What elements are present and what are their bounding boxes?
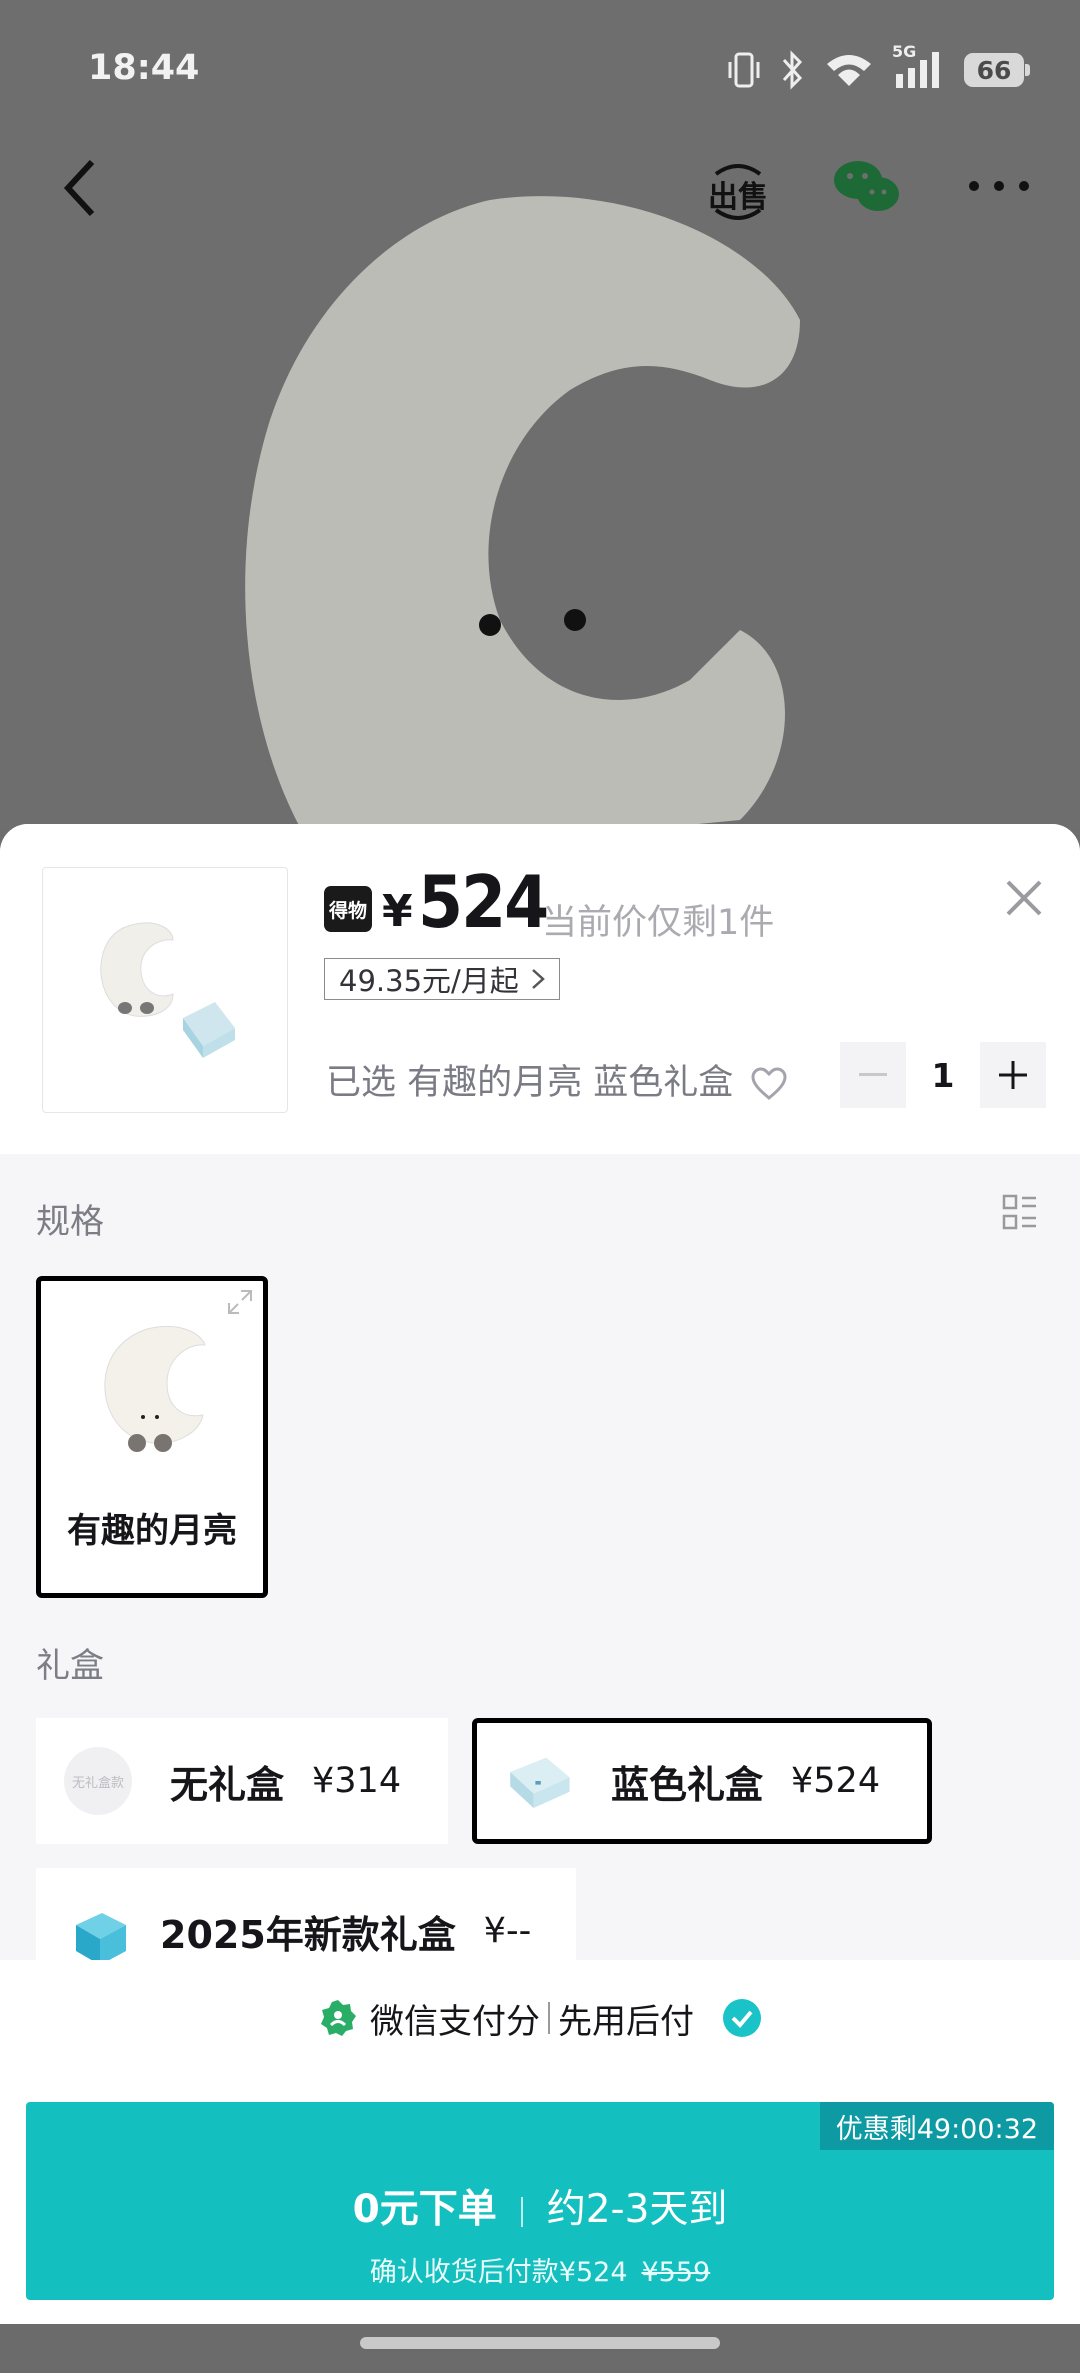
selected-summary: 已选 有趣的月亮 蓝色礼盒 — [326, 1054, 788, 1105]
wifi-icon — [827, 55, 871, 86]
heart-icon[interactable] — [750, 1067, 788, 1101]
installment-label: 49.35元/月起 — [339, 964, 519, 998]
network-type: 5G — [892, 42, 917, 61]
plus-icon — [999, 1061, 1027, 1089]
no-giftbox-thumb: 无礼盒款 — [64, 1747, 132, 1815]
selected-prefix: 已选 — [326, 1063, 397, 1103]
giftbox-price: ¥-- — [483, 1911, 532, 1951]
brand-badge: 得物 — [324, 886, 372, 932]
vibrate-icon — [728, 52, 760, 88]
spec-moon-image — [104, 1325, 206, 1452]
cta-original-price: ¥559 — [641, 2257, 711, 2288]
blue-giftbox-image — [510, 1757, 570, 1808]
giftbox-thumb — [62, 1895, 134, 1967]
giftbox-section-title: 礼盒 — [36, 1646, 104, 1686]
back-arrow-icon[interactable] — [60, 158, 100, 218]
chevron-right-icon — [531, 969, 545, 989]
minus-icon — [859, 1073, 887, 1076]
stock-note: 当前价仅剩1件 — [542, 903, 775, 943]
quantity-stepper: 1 — [840, 1042, 1046, 1108]
expand-icon[interactable] — [225, 1287, 255, 1317]
status-bar: 18:44 5G 66 — [0, 0, 1080, 140]
giftbox-name: 蓝色礼盒 — [611, 1762, 764, 1807]
giftbox-name: 2025年新款礼盒 — [160, 1912, 456, 1957]
installment-button[interactable]: 49.35元/月起 — [324, 958, 560, 1000]
payment-method-bar[interactable]: 微信支付分 先用后付 — [0, 1960, 1080, 2076]
cta-zero-pay-label: 0元下单 — [352, 2187, 497, 2232]
cellular-icon: 5G — [892, 42, 946, 90]
close-icon[interactable] — [1000, 874, 1048, 922]
place-order-button[interactable]: 优惠剩49:00:32 0元下单 约2-3天到 确认收货后付款¥524 ¥559 — [26, 2102, 1054, 2300]
giftbox-price: ¥314 — [312, 1761, 402, 1801]
sell-button[interactable]: 出售 — [706, 160, 770, 224]
price-currency: ¥ — [382, 886, 413, 937]
giftbox-price: ¥524 — [791, 1761, 881, 1801]
spec-section-title: 规格 — [36, 1202, 104, 1242]
checkmark-icon[interactable] — [722, 1998, 762, 2038]
cta-divider — [520, 2196, 523, 2227]
spec-option-card[interactable]: 有趣的月亮 — [36, 1276, 268, 1598]
cta-pay-after-label: 确认收货后付款¥524 — [369, 2257, 628, 2288]
quantity-value[interactable]: 1 — [906, 1056, 980, 1095]
spec-option-label: 有趣的月亮 — [67, 1511, 237, 1551]
more-icon[interactable] — [966, 178, 1032, 194]
selected-product-thumbnail[interactable] — [42, 867, 288, 1113]
promo-timer: 优惠剩49:00:32 — [819, 2102, 1054, 2150]
view-toggle-icon[interactable] — [1002, 1194, 1038, 1230]
giftbox-option-blue[interactable]: 蓝色礼盒 ¥524 — [472, 1718, 932, 1844]
new-giftbox-image — [76, 1913, 126, 1965]
product-thumb-image — [100, 922, 235, 1058]
wechat-share-icon[interactable] — [832, 156, 902, 216]
giftbox-thumb — [503, 1745, 575, 1817]
price-value: 524 — [418, 860, 549, 944]
status-icons: 5G 66 — [726, 42, 1030, 90]
giftbox-thumb: 无礼盒款 — [62, 1745, 134, 1817]
status-time: 18:44 — [88, 48, 200, 88]
selected-value: 有趣的月亮 蓝色礼盒 — [407, 1063, 734, 1103]
battery-icon: 66 — [964, 53, 1030, 87]
home-indicator[interactable] — [360, 2337, 720, 2349]
payment-mode-label: 先用后付 — [558, 2001, 694, 2042]
increase-button[interactable] — [980, 1042, 1046, 1108]
wechat-pay-score-icon — [321, 2000, 356, 2036]
payment-divider — [548, 2002, 550, 2034]
giftbox-option-none[interactable]: 无礼盒款 无礼盒 ¥314 — [36, 1718, 448, 1844]
cta-sub-text: 确认收货后付款¥524 ¥559 — [26, 2250, 1054, 2289]
decrease-button[interactable] — [840, 1042, 906, 1108]
cta-delivery-label: 约2-3天到 — [546, 2187, 728, 2232]
payment-method-label: 微信支付分 — [370, 2001, 540, 2042]
product-image-moon — [245, 196, 800, 860]
sheet-header: 得物 ¥ 524 当前价仅剩1件 49.35元/月起 已选 有趣的月亮 蓝色礼盒… — [0, 824, 1080, 1154]
giftbox-name: 无礼盒 — [170, 1762, 285, 1807]
cta-main-text: 0元下单 约2-3天到 — [26, 2178, 1054, 2234]
bluetooth-icon — [782, 50, 803, 90]
sell-label: 出售 — [708, 180, 768, 215]
